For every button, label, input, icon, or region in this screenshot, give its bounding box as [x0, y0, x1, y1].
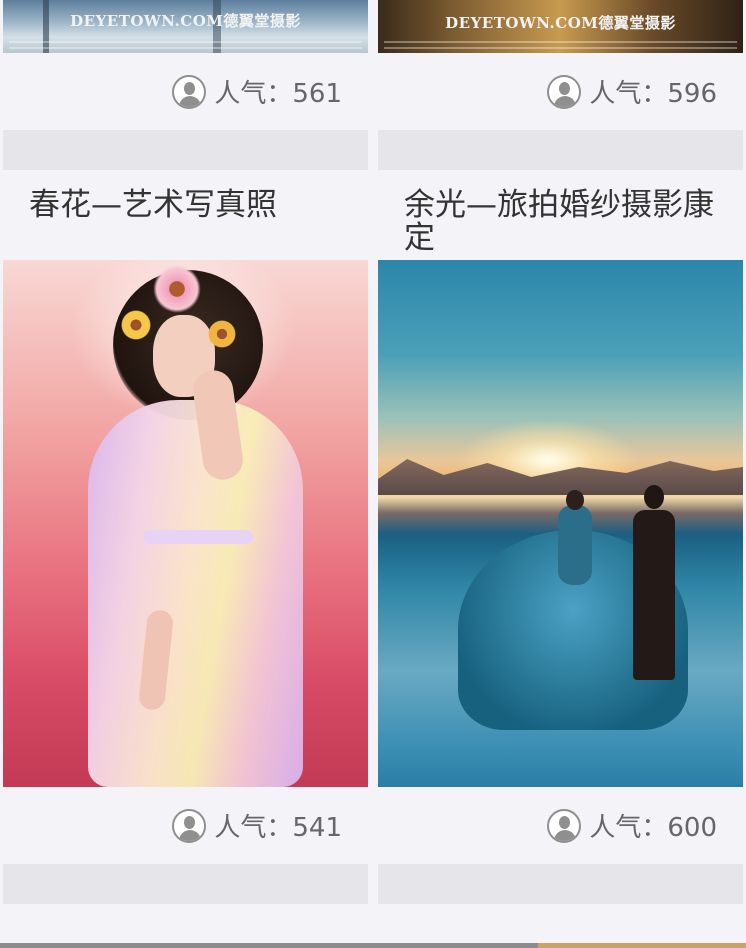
bottom-nav-edge [0, 943, 746, 948]
watermark-text: DEYETOWN.COM德翼堂摄影 [445, 14, 676, 32]
user-avatar-icon [547, 74, 582, 109]
popularity-label: 人气： [589, 813, 668, 843]
popularity-counter: 人气：561 [172, 73, 342, 110]
popularity-label: 人气： [589, 79, 668, 109]
card-footer-bar [378, 864, 743, 904]
popularity-counter: 人气：600 [547, 807, 717, 844]
popularity-value: 600 [667, 813, 717, 843]
card-image-golden-interior[interactable]: DEYETOWN.COM德翼堂摄影 [378, 0, 743, 53]
popularity-counter: 人气：596 [547, 73, 717, 110]
card-image-winter-forest[interactable]: DEYETOWN.COM德翼堂摄影 [3, 0, 368, 53]
card-footer-bar [3, 130, 368, 170]
card-image-spring-flowers-portrait[interactable] [3, 260, 368, 787]
popularity-counter: 人气：541 [172, 807, 342, 844]
bottom-nav-accent [538, 943, 746, 948]
card-image-sunset-wedding[interactable] [378, 260, 743, 787]
watermark-text: DEYETOWN.COM德翼堂摄影 [70, 12, 301, 30]
popularity-value: 541 [292, 813, 342, 843]
popularity-label: 人气： [214, 813, 293, 843]
popularity-value: 596 [667, 79, 717, 109]
card-column-right: DEYETOWN.COM德翼堂摄影 人气：596 余光—旅拍婚纱摄影康定 人气：… [378, 0, 743, 948]
watermark-line [9, 47, 362, 49]
popularity-label: 人气： [214, 79, 293, 109]
card-title[interactable]: 春花—艺术写真照 [29, 189, 359, 222]
user-avatar-icon [172, 74, 207, 109]
card-footer-bar [3, 864, 368, 904]
card-title[interactable]: 余光—旅拍婚纱摄影康定 [404, 189, 734, 255]
watermark-line [384, 41, 737, 43]
user-avatar-icon [547, 808, 582, 843]
watermark-line [9, 41, 362, 43]
card-footer-bar [378, 130, 743, 170]
popularity-value: 561 [292, 79, 342, 109]
watermark-line [384, 47, 737, 49]
card-column-left: DEYETOWN.COM德翼堂摄影 人气：561 春花—艺术写真照 人气：541 [3, 0, 368, 948]
user-avatar-icon [172, 808, 207, 843]
